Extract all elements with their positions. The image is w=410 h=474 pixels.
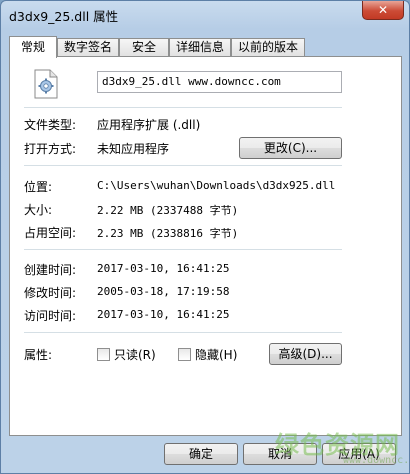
size-label: 大小:	[24, 203, 53, 217]
change-button[interactable]: 更改(C)...	[239, 137, 342, 159]
tab-digital-signatures[interactable]: 数字签名	[57, 38, 119, 57]
created-value: 2017-03-10, 16:41:25	[97, 262, 230, 275]
advanced-button[interactable]: 高级(D)...	[269, 343, 342, 365]
close-icon: ✕	[377, 3, 389, 17]
attributes-label: 属性:	[24, 348, 53, 362]
accessed-label: 访问时间:	[24, 309, 77, 323]
properties-window: d3dx9_25.dll 属性 ✕ 常规 数字签名 安全 详细信息 以前的版本 …	[0, 0, 410, 474]
readonly-checkbox[interactable]	[97, 348, 110, 361]
size-value: 2.22 MB (2337488 字节)	[97, 204, 239, 217]
size-on-disk-value: 2.23 MB (2338816 字节)	[97, 227, 239, 240]
ok-button[interactable]: 确定	[164, 443, 238, 465]
opens-with-value: 未知应用程序	[97, 142, 170, 156]
file-type-label: 文件类型:	[24, 118, 77, 132]
file-type-value: 应用程序扩展 (.dll)	[97, 118, 201, 132]
tab-details[interactable]: 详细信息	[169, 38, 231, 57]
modified-value: 2005-03-18, 17:19:58	[97, 285, 230, 298]
location-label: 位置:	[24, 180, 53, 194]
hidden-label[interactable]: 隐藏(H)	[195, 346, 237, 363]
separator	[24, 107, 342, 108]
separator	[24, 332, 342, 333]
separator	[24, 165, 342, 166]
general-panel: d3dx9_25.dll www.downcc.com 文件类型: 应用程序扩展…	[9, 56, 402, 436]
hidden-checkbox[interactable]	[178, 348, 191, 361]
accessed-value: 2017-03-10, 16:41:25	[97, 308, 230, 321]
opens-with-label: 打开方式:	[24, 142, 77, 156]
tab-previous-versions[interactable]: 以前的版本	[231, 38, 305, 57]
tab-general[interactable]: 常规	[9, 36, 57, 58]
location-value: C:\Users\wuhan\Downloads\d3dx925.dll	[97, 179, 336, 192]
site-watermark: 绿色资源网 www.downcc.com	[271, 421, 410, 473]
modified-label: 修改时间:	[24, 286, 77, 300]
tab-security[interactable]: 安全	[119, 38, 169, 57]
separator	[24, 249, 342, 250]
file-name-input[interactable]: d3dx9_25.dll www.downcc.com	[97, 71, 342, 93]
title-bar[interactable]: d3dx9_25.dll 属性 ✕	[1, 1, 409, 29]
close-button[interactable]: ✕	[362, 1, 404, 20]
watermark-url: www.downcc.com	[343, 455, 410, 466]
window-title: d3dx9_25.dll 属性	[9, 9, 119, 24]
created-label: 创建时间:	[24, 263, 77, 277]
readonly-label[interactable]: 只读(R)	[114, 346, 156, 363]
size-on-disk-label: 占用空间:	[24, 226, 77, 240]
dll-file-icon	[34, 69, 58, 99]
